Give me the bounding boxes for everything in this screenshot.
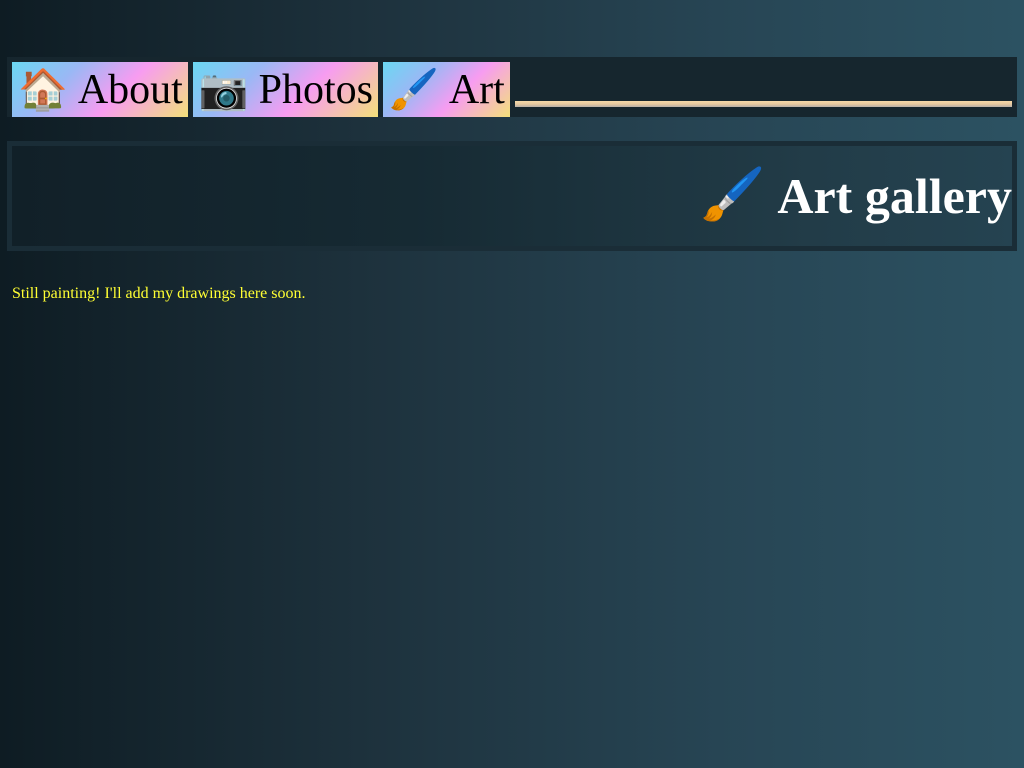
tab-art-label: Art [448,66,505,113]
page-title-text: Art gallery [777,168,1012,224]
tab-about-label: About [77,66,183,113]
page-title: 🖌️ Art gallery [701,170,1012,222]
paintbrush-icon: 🖌️ [700,167,766,224]
top-navigation: 🏠 About 📷 Photos 🖌️ Art [7,57,1017,117]
camera-icon: 📷 [198,66,249,112]
tab-photos-label: Photos [258,66,373,113]
house-icon: 🏠 [18,66,68,112]
tab-art[interactable]: 🖌️ Art [383,62,510,117]
status-note: Still painting! I'll add my drawings her… [12,285,306,302]
tab-about[interactable]: 🏠 About [12,62,188,117]
nav-divider [514,101,1012,107]
page-header: 🖌️ Art gallery [7,141,1017,251]
tab-photos[interactable]: 📷 Photos [192,62,378,117]
paintbrush-icon: 🖌️ [389,66,439,112]
